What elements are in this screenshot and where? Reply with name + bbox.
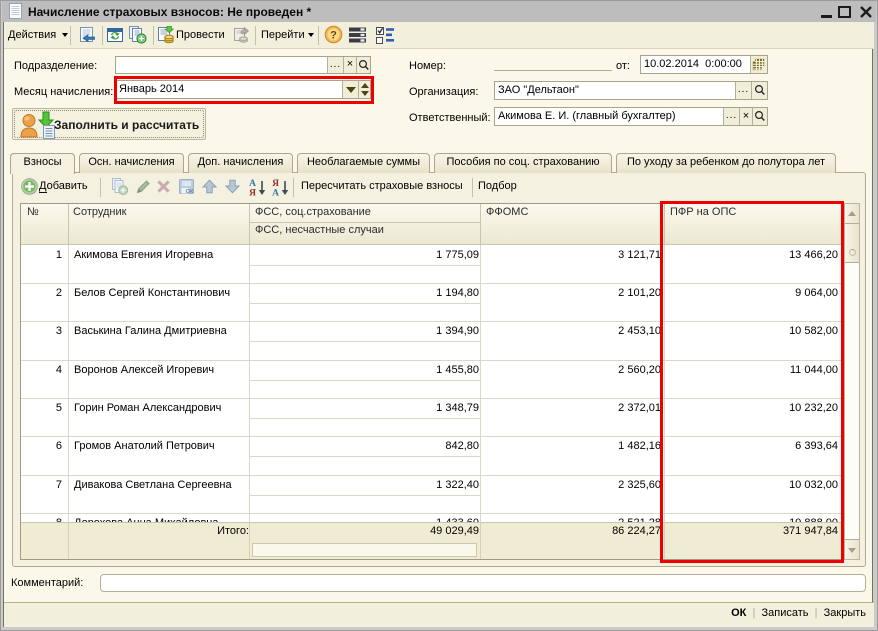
svg-text:А: А bbox=[272, 189, 279, 198]
svg-text:Я: Я bbox=[249, 189, 256, 198]
svg-text:Я: Я bbox=[272, 179, 279, 189]
svg-text:А: А bbox=[249, 179, 256, 189]
svg-text:?: ? bbox=[330, 30, 337, 42]
svg-text:ОК: ОК bbox=[186, 189, 194, 195]
